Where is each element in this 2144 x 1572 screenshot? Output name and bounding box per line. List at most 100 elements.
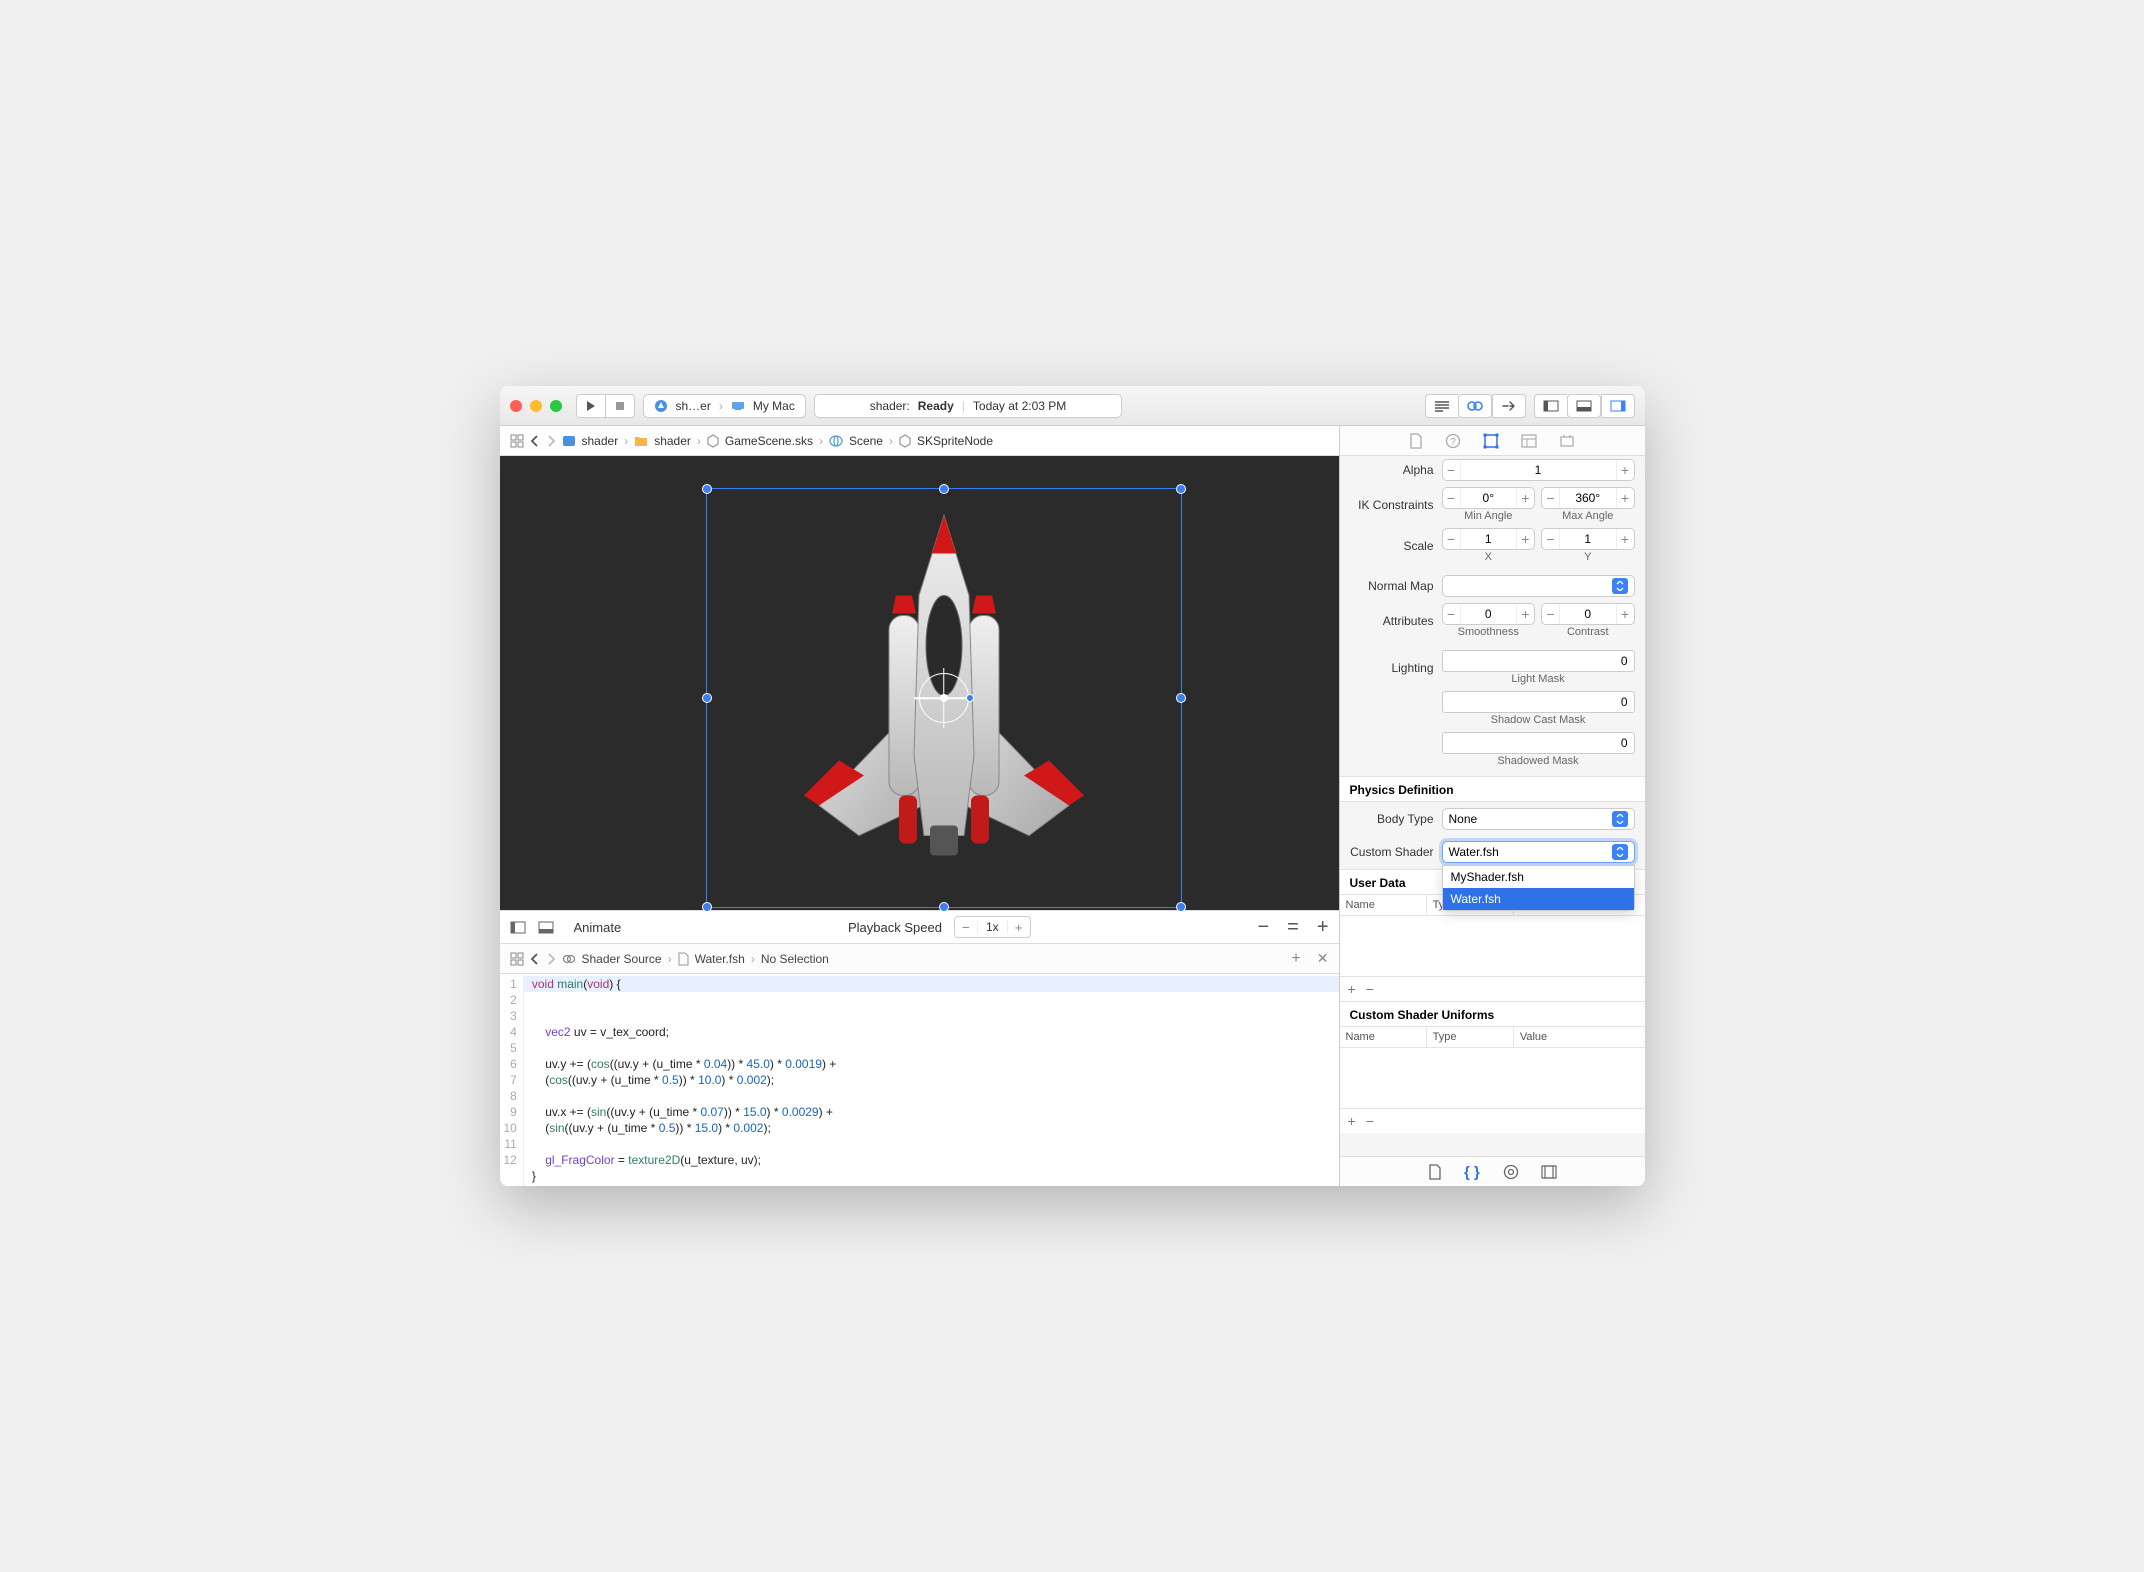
shadow-cast-mask-field[interactable]: 0 bbox=[1442, 691, 1635, 713]
titlebar: sh…er › My Mac shader: Ready | Today at … bbox=[500, 386, 1645, 426]
custom-shader-menu: MyShader.fsh Water.fsh bbox=[1442, 865, 1635, 911]
minimize-window-button[interactable] bbox=[530, 400, 542, 412]
breadcrumb-item[interactable]: shader bbox=[582, 434, 619, 448]
scale-y-stepper[interactable]: −1+ bbox=[1541, 528, 1635, 550]
related-items-icon[interactable] bbox=[510, 434, 524, 448]
speed-decrease-button[interactable]: − bbox=[955, 917, 977, 937]
layout-bottom-icon[interactable] bbox=[538, 921, 554, 934]
stop-button[interactable] bbox=[605, 394, 635, 418]
shader-option[interactable]: Water.fsh bbox=[1443, 888, 1634, 910]
col-name[interactable]: Name bbox=[1340, 895, 1427, 915]
contrast-stepper[interactable]: −0+ bbox=[1541, 603, 1635, 625]
code-editor[interactable]: 123456789101112 void main(void) { vec2 u… bbox=[500, 974, 1339, 1186]
link-icon bbox=[562, 953, 576, 965]
run-button[interactable] bbox=[576, 394, 605, 418]
normal-map-dropdown[interactable] bbox=[1442, 575, 1635, 597]
col-name[interactable]: Name bbox=[1340, 1027, 1427, 1047]
forward-button[interactable] bbox=[546, 953, 556, 965]
alpha-stepper[interactable]: −1+ bbox=[1442, 459, 1635, 481]
resize-handle[interactable] bbox=[1176, 693, 1186, 703]
standard-editor-button[interactable] bbox=[1425, 394, 1458, 418]
resize-handle[interactable] bbox=[702, 902, 712, 912]
light-mask-field[interactable]: 0 bbox=[1442, 650, 1635, 672]
alpha-label: Alpha bbox=[1340, 463, 1434, 477]
object-library-tab[interactable] bbox=[1503, 1164, 1519, 1180]
app-icon bbox=[654, 399, 668, 413]
back-button[interactable] bbox=[530, 435, 540, 447]
media-library-tab[interactable] bbox=[1541, 1165, 1557, 1179]
breadcrumb-item[interactable]: GameScene.sks bbox=[725, 434, 813, 448]
rotate-handle[interactable] bbox=[966, 694, 974, 702]
folder-icon bbox=[634, 435, 648, 447]
file-inspector-tab[interactable] bbox=[1409, 433, 1423, 449]
attributes-inspector-tab[interactable] bbox=[1483, 433, 1499, 449]
zoom-out-button[interactable]: − bbox=[1257, 916, 1269, 939]
breadcrumb-item[interactable]: shader bbox=[654, 434, 691, 448]
animate-button[interactable]: Animate bbox=[574, 920, 622, 935]
close-window-button[interactable] bbox=[510, 400, 522, 412]
close-editor-button[interactable]: ✕ bbox=[1317, 950, 1329, 967]
remove-userdata-button[interactable]: − bbox=[1366, 981, 1374, 997]
traffic-lights bbox=[510, 400, 562, 412]
ik-max-stepper[interactable]: −360°+ bbox=[1541, 487, 1635, 509]
add-userdata-button[interactable]: + bbox=[1348, 981, 1356, 997]
line-gutter: 123456789101112 bbox=[500, 974, 524, 1186]
custom-shader-dropdown[interactable]: Water.fsh MyShader.fsh Water.fsh bbox=[1442, 841, 1635, 863]
zoom-in-button[interactable]: + bbox=[1317, 916, 1329, 939]
resize-handle[interactable] bbox=[939, 484, 949, 494]
scene-canvas[interactable] bbox=[500, 456, 1339, 910]
jump-bar[interactable]: shader › shader › GameScene.sks › Scene … bbox=[500, 426, 1339, 456]
toggle-inspector-button[interactable] bbox=[1601, 394, 1635, 418]
body-type-dropdown[interactable]: None bbox=[1442, 808, 1635, 830]
version-editor-button[interactable] bbox=[1492, 394, 1526, 418]
shadowed-mask-field[interactable]: 0 bbox=[1442, 732, 1635, 754]
playback-speed-stepper[interactable]: − 1x + bbox=[954, 916, 1031, 938]
resize-handle[interactable] bbox=[1176, 484, 1186, 494]
col-type[interactable]: Type bbox=[1427, 1027, 1514, 1047]
add-editor-button[interactable]: + bbox=[1291, 950, 1300, 968]
scale-label: Scale bbox=[1340, 539, 1434, 553]
related-items-icon[interactable] bbox=[510, 952, 524, 966]
library-tabs: { } bbox=[1340, 1156, 1645, 1186]
smoothness-stepper[interactable]: −0+ bbox=[1442, 603, 1536, 625]
toggle-debug-button[interactable] bbox=[1567, 394, 1601, 418]
shader-option[interactable]: MyShader.fsh bbox=[1443, 866, 1634, 888]
editor-pane: shader › shader › GameScene.sks › Scene … bbox=[500, 426, 1340, 1186]
col-value[interactable]: Value bbox=[1514, 1027, 1645, 1047]
layout-left-icon[interactable] bbox=[510, 921, 526, 934]
speed-increase-button[interactable]: + bbox=[1008, 917, 1030, 937]
custom-shader-label: Custom Shader bbox=[1340, 845, 1434, 859]
assistant-editor-button[interactable] bbox=[1458, 394, 1492, 418]
selection-box[interactable] bbox=[706, 488, 1182, 908]
file-library-tab[interactable] bbox=[1428, 1164, 1442, 1180]
resize-handle[interactable] bbox=[1176, 902, 1186, 912]
add-uniform-button[interactable]: + bbox=[1348, 1113, 1356, 1129]
resize-handle[interactable] bbox=[702, 484, 712, 494]
sprite-icon bbox=[899, 434, 911, 448]
forward-button[interactable] bbox=[546, 435, 556, 447]
scheme-selector[interactable]: sh…er › My Mac bbox=[643, 394, 806, 418]
source-breadcrumb-item[interactable]: No Selection bbox=[761, 952, 829, 966]
library-inspector-tab[interactable] bbox=[1559, 434, 1575, 448]
source-jump-bar[interactable]: Shader Source › Water.fsh › No Selection… bbox=[500, 944, 1339, 974]
remove-uniform-button[interactable]: − bbox=[1366, 1113, 1374, 1129]
scale-x-stepper[interactable]: −1+ bbox=[1442, 528, 1536, 550]
ik-min-stepper[interactable]: −0°+ bbox=[1442, 487, 1536, 509]
code-library-tab[interactable]: { } bbox=[1464, 1164, 1481, 1180]
ik-label: IK Constraints bbox=[1340, 498, 1434, 512]
source-breadcrumb-item[interactable]: Shader Source bbox=[582, 952, 662, 966]
identity-inspector-tab[interactable] bbox=[1521, 434, 1537, 448]
zoom-window-button[interactable] bbox=[550, 400, 562, 412]
zoom-reset-button[interactable]: = bbox=[1287, 916, 1299, 939]
resize-handle[interactable] bbox=[939, 902, 949, 912]
source-breadcrumb-item[interactable]: Water.fsh bbox=[695, 952, 745, 966]
breadcrumb-item[interactable]: Scene bbox=[849, 434, 883, 448]
back-button[interactable] bbox=[530, 953, 540, 965]
breadcrumb-item[interactable]: SKSpriteNode bbox=[917, 434, 993, 448]
mac-icon bbox=[731, 401, 745, 411]
code-content[interactable]: void main(void) { vec2 uv = v_tex_coord;… bbox=[524, 974, 1339, 1186]
anchor-point-icon[interactable] bbox=[919, 673, 969, 723]
toggle-navigator-button[interactable] bbox=[1534, 394, 1567, 418]
help-inspector-tab[interactable]: ? bbox=[1445, 433, 1461, 449]
resize-handle[interactable] bbox=[702, 693, 712, 703]
